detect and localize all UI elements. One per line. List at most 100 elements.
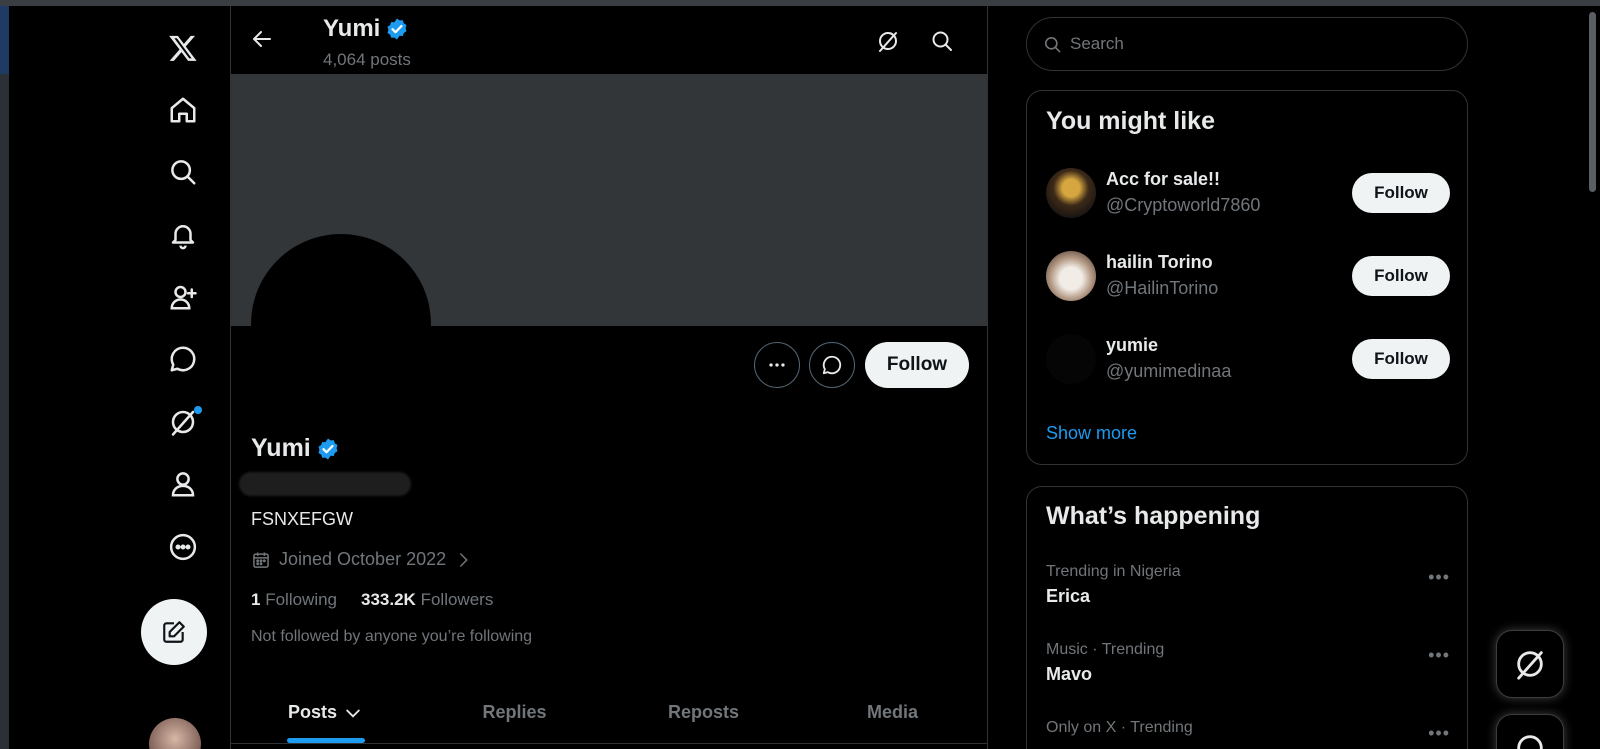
following-link[interactable]: 1 Following	[251, 590, 337, 610]
suggestion-row[interactable]: Acc for sale!! @Cryptoworld7860 Follow	[1046, 168, 1450, 224]
messages-icon	[1517, 735, 1543, 749]
header-name: Yumi	[323, 15, 381, 42]
following-label: Following	[265, 590, 338, 609]
verified-badge-icon	[387, 18, 407, 40]
profile-column: Yumi 4,064 posts Follow Yumi FSNXEFGW Jo…	[230, 6, 988, 749]
profile-bio: FSNXEFGW	[251, 509, 353, 529]
follow-icon[interactable]	[153, 270, 213, 324]
posts-count: 4,064 posts	[323, 50, 411, 69]
joined-text: Joined October 2022	[279, 549, 447, 569]
back-button[interactable]	[245, 22, 279, 56]
suggestion-row[interactable]: hailin Torino @HailinTorino Follow	[1046, 251, 1450, 307]
arrow-left-icon	[253, 31, 271, 47]
notifications-icon[interactable]	[153, 208, 213, 262]
tab-replies-label: Replies	[482, 702, 547, 722]
tab-media-label: Media	[866, 702, 918, 722]
tab-replies[interactable]: Replies	[420, 682, 609, 743]
explore-icon[interactable]	[153, 145, 213, 199]
follow-stats: 1 Following 333.2K Followers	[251, 590, 493, 610]
scrollbar-thumb[interactable]	[1589, 12, 1596, 192]
more-options-button[interactable]	[754, 342, 800, 388]
profile-icon[interactable]	[153, 457, 213, 511]
suggestion-avatar	[1046, 334, 1096, 384]
messages-icon[interactable]	[153, 332, 213, 386]
trend-item[interactable]: Music · Trending Mavo •••	[1046, 641, 1450, 701]
x-logo-icon[interactable]	[153, 21, 213, 75]
more-icon[interactable]	[153, 520, 213, 574]
notification-dot	[194, 406, 202, 414]
page-scrollbar[interactable]	[1586, 6, 1600, 749]
suggestion-name: yumie	[1106, 335, 1159, 355]
follow-button[interactable]: Follow	[1352, 173, 1450, 213]
whats-happening-title: What’s happening	[1046, 502, 1261, 530]
window-left-edge	[0, 6, 9, 749]
search-icon	[1044, 36, 1061, 52]
messages-floating-button[interactable]	[1496, 714, 1564, 749]
not-followed-note: Not followed by anyone you’re following	[251, 628, 533, 645]
suggestion-handle: @HailinTorino	[1106, 278, 1219, 298]
chevron-down-icon	[346, 709, 360, 718]
profile-avatar[interactable]	[251, 234, 431, 414]
tab-reposts-label: Reposts	[667, 702, 739, 722]
suggestion-row[interactable]: yumie @yumimedinaa Follow	[1046, 334, 1450, 390]
tab-media[interactable]: Media	[798, 682, 987, 743]
tab-reposts[interactable]: Reposts	[609, 682, 798, 743]
search-box[interactable]	[1026, 17, 1468, 71]
tab-posts-label: Posts	[287, 702, 338, 722]
you-might-like-card: You might like Acc for sale!! @Cryptowor…	[1026, 90, 1468, 465]
grok-button[interactable]	[871, 24, 905, 58]
trend-topic: Mavo	[1046, 664, 1093, 684]
trend-more-icon[interactable]: •••	[1428, 567, 1450, 588]
grok-floating-button[interactable]	[1496, 630, 1564, 698]
followers-link[interactable]: 333.2K Followers	[361, 590, 493, 610]
suggestion-avatar	[1046, 168, 1096, 218]
joined-date[interactable]: Joined October 2022	[251, 549, 472, 570]
search-profile-button[interactable]	[925, 24, 959, 58]
profile-name-text: Yumi	[251, 434, 311, 462]
suggestion-handle: @Cryptoworld7860	[1106, 195, 1261, 215]
trend-topic: Erica	[1046, 586, 1091, 606]
verified-badge-icon	[318, 438, 338, 459]
left-nav	[9, 6, 230, 749]
chevron-right-icon	[460, 552, 468, 567]
profile-display-name: Yumi	[251, 434, 340, 463]
trend-more-icon[interactable]: •••	[1428, 723, 1450, 744]
you-might-like-title: You might like	[1046, 107, 1215, 135]
active-tab-indicator	[286, 738, 365, 743]
grok-icon[interactable]	[153, 395, 213, 449]
chat-bubble-icon	[822, 355, 842, 375]
trend-item[interactable]: Only on X · Trending •••	[1046, 719, 1450, 749]
compose-icon	[163, 621, 185, 643]
search-icon	[932, 31, 952, 51]
trend-context: Music · Trending	[1046, 641, 1165, 658]
message-button[interactable]	[809, 342, 855, 388]
home-icon[interactable]	[153, 83, 213, 137]
follow-button[interactable]: Follow	[865, 342, 969, 388]
show-more-link[interactable]: Show more	[1046, 423, 1137, 444]
calendar-icon	[253, 552, 269, 568]
suggestion-name: Acc for sale!!	[1106, 169, 1221, 189]
grok-icon	[1517, 651, 1543, 680]
follow-button[interactable]: Follow	[1352, 256, 1450, 296]
tab-posts[interactable]: Posts	[231, 682, 420, 743]
trend-context: Trending in Nigeria	[1046, 563, 1181, 580]
account-avatar[interactable]	[149, 718, 201, 749]
suggestion-name: hailin Torino	[1106, 252, 1213, 272]
suggestion-handle: @yumimedinaa	[1106, 361, 1232, 381]
grok-icon	[879, 32, 897, 52]
whats-happening-card: What’s happening Trending in Nigeria Eri…	[1026, 486, 1468, 749]
suggestion-avatar	[1046, 251, 1096, 301]
header-title: Yumi	[323, 15, 409, 43]
trend-context: Only on X · Trending	[1046, 719, 1193, 736]
compose-button[interactable]	[141, 599, 207, 665]
following-count: 1	[251, 590, 261, 609]
trend-more-icon[interactable]: •••	[1428, 645, 1450, 666]
profile-tabs: Posts Replies Reposts Media	[231, 682, 987, 744]
profile-header-bar: Yumi 4,064 posts	[231, 6, 987, 74]
ellipsis-icon	[769, 363, 785, 367]
search-input[interactable]	[1070, 34, 1430, 54]
redacted-handle	[239, 472, 411, 496]
trend-item[interactable]: Trending in Nigeria Erica •••	[1046, 563, 1450, 623]
followers-label: Followers	[420, 590, 494, 609]
follow-button[interactable]: Follow	[1352, 339, 1450, 379]
